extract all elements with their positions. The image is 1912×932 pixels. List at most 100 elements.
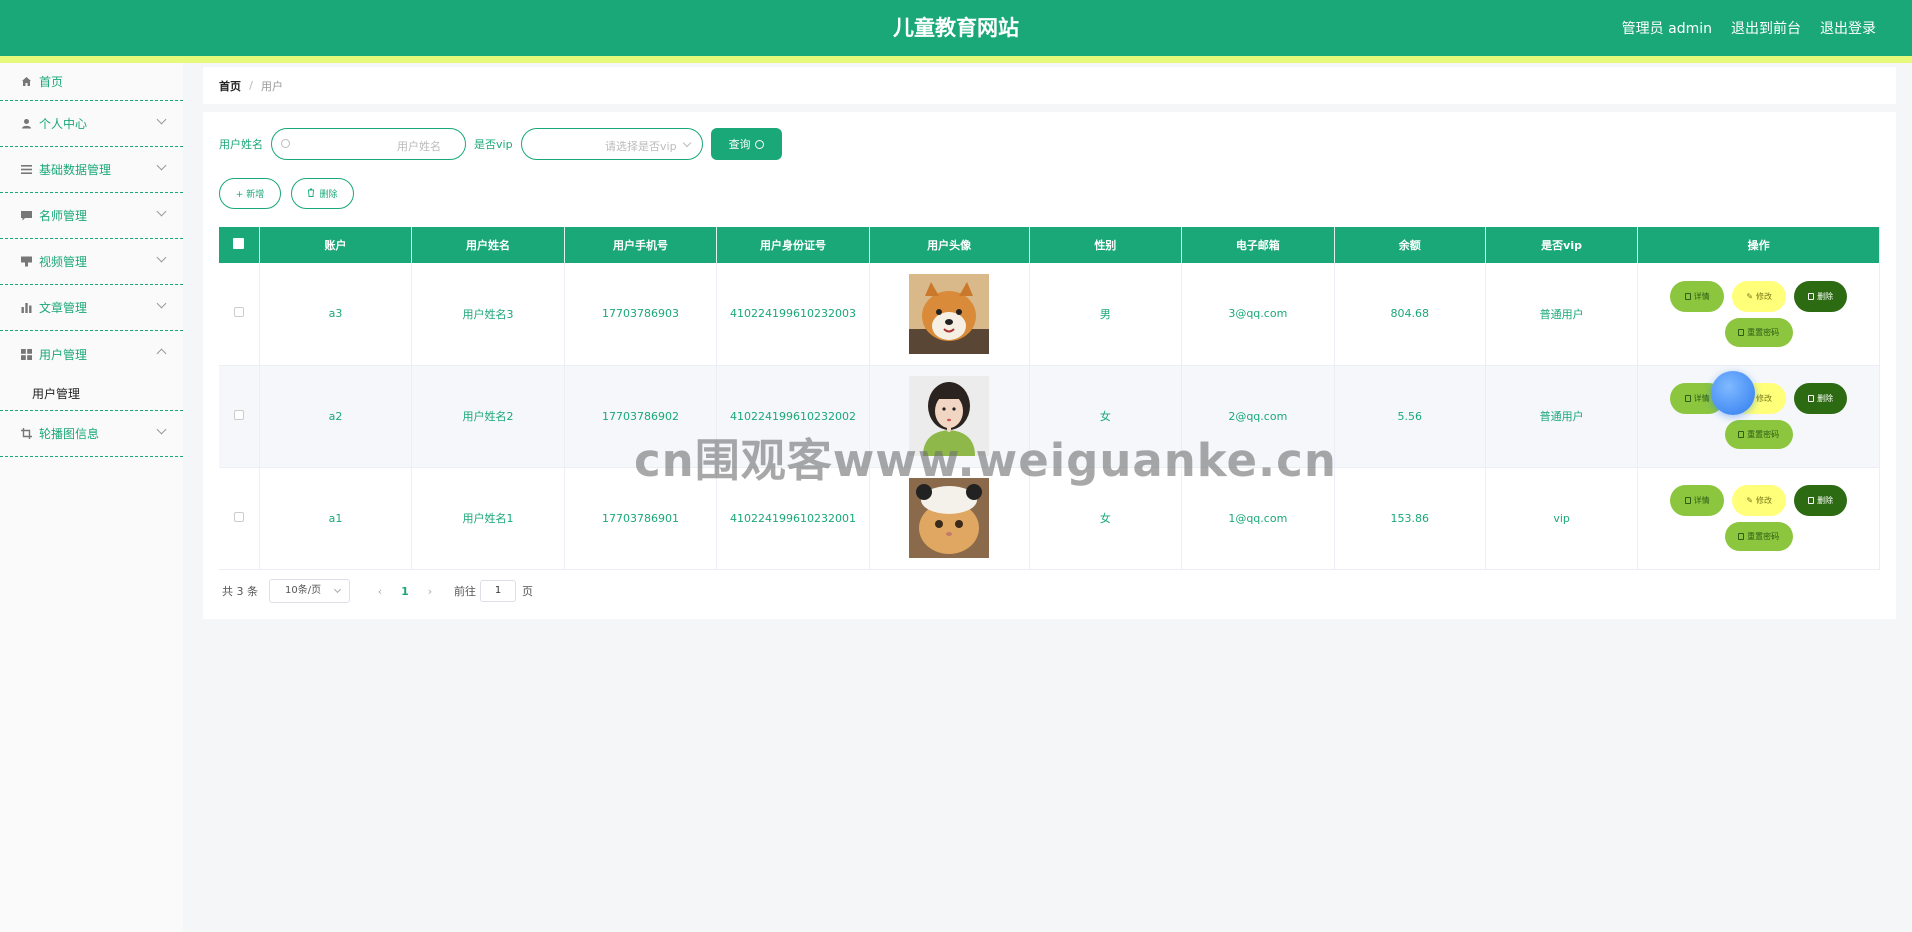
sidebar-item-label: 视频管理 — [39, 255, 88, 269]
column-header: 操作 — [1637, 227, 1880, 263]
idcard-cell: 410224199610232001 — [716, 467, 870, 570]
sidebar-item-teachers[interactable]: 名师管理 — [0, 193, 183, 239]
table-header-row: 账户 用户姓名 用户手机号 用户身份证号 用户头像 性别 电子邮箱 余额 是否v… — [219, 227, 1880, 263]
table-row: a1 用户姓名1 17703786901 410224199610232001 — [219, 467, 1880, 570]
avatar-cell — [869, 467, 1030, 570]
chevron-down-icon — [156, 114, 167, 125]
sidebar-item-carousel[interactable]: 轮播图信息 — [0, 411, 183, 457]
gender-cell: 男 — [1029, 263, 1183, 366]
chevron-down-icon — [333, 585, 342, 594]
sidebar-item-label: 文章管理 — [39, 301, 88, 315]
page-number[interactable]: 1 — [390, 585, 420, 598]
name-cell: 用户姓名3 — [411, 263, 565, 366]
next-page-button[interactable]: › — [420, 585, 440, 598]
submenu-user-management[interactable]: 用户管理 — [0, 377, 183, 411]
delete-button[interactable]: 删除 — [1794, 383, 1848, 414]
select-all-checkbox[interactable] — [233, 238, 245, 249]
balance-cell: 5.56 — [1334, 365, 1486, 468]
home-icon — [20, 76, 32, 88]
vip-cell: 普通用户 — [1485, 263, 1639, 366]
edit-label: 修改 — [1756, 496, 1773, 505]
admin-label: 管理员 admin — [1621, 21, 1712, 37]
delete-label: 删除 — [1817, 291, 1834, 301]
reset-label: 重置密码 — [1747, 327, 1780, 337]
reset-label: 重置密码 — [1747, 430, 1780, 439]
detail-label: 详情 — [1693, 496, 1710, 505]
column-header: 用户姓名 — [411, 227, 565, 263]
sidebar-item-basic-data[interactable]: 基础数据管理 — [0, 147, 183, 193]
vip-cell: 普通用户 — [1485, 365, 1639, 468]
username-label: 用户姓名 — [219, 138, 263, 151]
document-icon — [1684, 395, 1691, 402]
goto-page-input[interactable]: 1 — [480, 580, 516, 602]
delete-button[interactable]: 删除 — [1794, 280, 1848, 312]
document-icon — [1738, 533, 1745, 540]
trash-icon — [1808, 497, 1815, 504]
email-cell: 3@qq.com — [1181, 263, 1335, 366]
trash-icon — [307, 188, 315, 200]
logout-link[interactable]: 退出登录 — [1820, 18, 1876, 38]
floating-assistant-ball[interactable] — [1711, 371, 1755, 415]
gender-cell: 女 — [1029, 467, 1183, 570]
reset-password-button[interactable]: 重置密码 — [1724, 317, 1793, 347]
document-icon — [1684, 497, 1691, 504]
edit-label: 修改 — [1756, 291, 1773, 301]
edit-button[interactable]: ✎修改 — [1732, 280, 1787, 312]
batch-delete-button[interactable]: 删除 — [291, 178, 354, 209]
add-label: + 新增 — [235, 190, 265, 200]
detail-button[interactable]: 详情 — [1670, 485, 1725, 516]
page-size-select[interactable]: 10条/页 — [269, 579, 350, 603]
column-header: 用户身份证号 — [716, 227, 870, 263]
balance-cell: 153.86 — [1334, 467, 1486, 570]
column-header: 用户手机号 — [564, 227, 718, 263]
header-accent-stripe — [0, 56, 1912, 63]
ops-cell: 详情 ✎修改 删除 重置密码 — [1637, 467, 1880, 570]
vip-label: 是否vip — [474, 138, 513, 151]
header-links: 管理员 admin 退出到前台 退出登录 — [1622, 0, 1876, 56]
row-checkbox[interactable] — [233, 307, 244, 318]
page-unit-label: 页 — [522, 585, 533, 598]
name-cell: 用户姓名2 — [411, 365, 565, 468]
row-checkbox[interactable] — [233, 409, 244, 420]
username-input[interactable]: 用户姓名 — [271, 128, 466, 160]
exit-to-front-link[interactable]: 退出到前台 — [1731, 18, 1801, 38]
reset-password-button[interactable]: 重置密码 — [1724, 522, 1793, 551]
chevron-down-icon — [682, 138, 691, 148]
page-size-value: 10条/页 — [285, 585, 322, 596]
vip-select[interactable]: 请选择是否vip — [520, 128, 703, 160]
column-header: 用户头像 — [869, 227, 1030, 263]
edit-button[interactable]: ✎修改 — [1732, 485, 1787, 516]
balance-cell: 804.68 — [1334, 263, 1486, 366]
breadcrumb: 首页 / 用户 — [203, 67, 1896, 104]
sidebar: 首页 个人中心 基础数据管理 名师管理 视频管理 文章管理 用户管理 用户管理 … — [0, 63, 183, 932]
row-checkbox[interactable] — [233, 511, 244, 522]
sidebar-item-home[interactable]: 首页 — [0, 63, 183, 101]
delete-label: 删除 — [1817, 496, 1834, 505]
chevron-up-icon — [156, 348, 167, 359]
add-button[interactable]: + 新增 — [219, 178, 281, 209]
select-all-cell[interactable] — [219, 227, 260, 263]
prev-page-button[interactable]: ‹ — [370, 585, 390, 598]
username-placeholder: 用户姓名 — [397, 140, 441, 153]
sidebar-item-videos[interactable]: 视频管理 — [0, 239, 183, 285]
query-button[interactable]: 查询 — [710, 128, 782, 160]
phone-cell: 17703786903 — [564, 263, 718, 366]
breadcrumb-home[interactable]: 首页 — [219, 78, 241, 94]
delete-button[interactable]: 删除 — [1794, 485, 1848, 516]
sidebar-item-articles[interactable]: 文章管理 — [0, 285, 183, 331]
edit-label: 修改 — [1756, 394, 1773, 403]
sidebar-item-personal-center[interactable]: 个人中心 — [0, 101, 183, 147]
delete-label: 删除 — [319, 190, 338, 200]
sidebar-item-user-management[interactable]: 用户管理 — [0, 331, 183, 377]
reset-password-button[interactable]: 重置密码 — [1724, 420, 1793, 449]
delete-label: 删除 — [1817, 394, 1834, 403]
chevron-down-icon — [156, 298, 167, 309]
sidebar-item-label: 首页 — [39, 75, 64, 89]
vip-placeholder: 请选择是否vip — [605, 140, 677, 153]
crop-icon — [20, 428, 32, 440]
main-content: 用户姓名 用户姓名 是否vip 请选择是否vip 查询 + 新增 删除 账户 用… — [203, 112, 1896, 619]
detail-button[interactable]: 详情 — [1670, 280, 1725, 312]
pagination: 共 3 条 10条/页 ‹ 1 › 前往 1 页 — [222, 579, 533, 603]
total-count: 共 3 条 — [222, 585, 258, 598]
phone-cell: 17703786902 — [564, 365, 718, 468]
